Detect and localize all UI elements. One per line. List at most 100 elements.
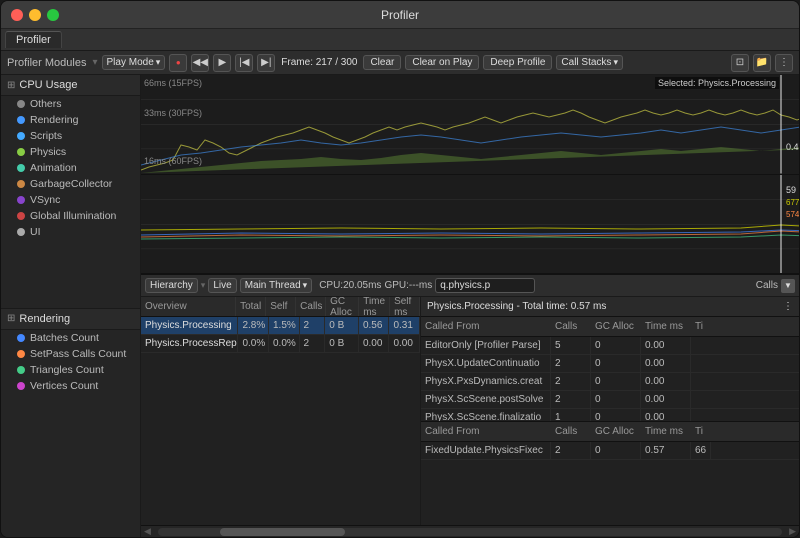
cpu-chart-section[interactable]: Selected: Physics.Processing 66ms (15FPS…: [141, 75, 799, 175]
cth-ti-2[interactable]: Ti: [691, 422, 711, 441]
main-area: ⊞ CPU Usage Others Rendering Scripts: [1, 75, 799, 537]
sidebar-item-others[interactable]: Others: [1, 96, 140, 112]
frame-info: Frame: 217 / 300: [281, 57, 357, 68]
rendering-chart-section[interactable]: 59 677.88k 96 574.24k: [141, 175, 799, 275]
selected-info: Selected: Physics.Processing: [655, 77, 779, 89]
cth-called-from-1[interactable]: Called From: [421, 317, 551, 336]
calls-row[interactable]: PhysX.PxsDynamics.creat 2 0 0.00: [421, 373, 799, 391]
cth-gc-2[interactable]: GC Alloc: [591, 422, 641, 441]
called-from-section-2: Called From Calls GC Alloc Time ms Ti Fi…: [421, 422, 799, 526]
sidebar-item-physics[interactable]: Physics: [1, 144, 140, 160]
cth-called-from-2[interactable]: Called From: [421, 422, 551, 441]
sidebar-item-animation[interactable]: Animation: [1, 160, 140, 176]
physics-dot: [17, 148, 25, 156]
play-mode-dropdown[interactable]: Play Mode ▾: [102, 55, 166, 70]
sidebar-item-gc[interactable]: GarbageCollector: [1, 176, 140, 192]
table-split: Overview Total Self Calls GC Alloc Time …: [141, 297, 799, 525]
bottom-scrollbar[interactable]: ◀ ▶: [141, 525, 799, 537]
th-time-ms[interactable]: Time ms: [359, 297, 390, 316]
sidebar-item-vertices[interactable]: Vertices Count: [1, 378, 140, 394]
cth-ti-1[interactable]: Ti: [691, 317, 711, 336]
cth-calls-2[interactable]: Calls: [551, 422, 591, 441]
sidebar-item-triangles[interactable]: Triangles Count: [1, 362, 140, 378]
calls-table-header-1: Called From Calls GC Alloc Time ms Ti: [421, 317, 799, 337]
th-self-ms[interactable]: Self ms: [390, 297, 420, 316]
row-calls-1: 2: [300, 335, 326, 352]
cr-calls-3: 2: [551, 391, 591, 408]
svg-text:59: 59: [786, 185, 796, 195]
calls-menu-icon[interactable]: ⋮: [783, 301, 793, 312]
row-self-1: 0.0%: [269, 335, 300, 352]
toolbar: Profiler Modules ▾ Play Mode ▾ ● ◀◀ ▶ |◀…: [1, 51, 799, 75]
calls-row[interactable]: PhysX.ScScene.postSolve 2 0 0.00: [421, 391, 799, 409]
hierarchy-search-input[interactable]: [435, 278, 535, 293]
cth-gc-1[interactable]: GC Alloc: [591, 317, 641, 336]
calls-panel-title: Physics.Processing - Total time: 0.57 ms: [427, 301, 606, 312]
step-back-button[interactable]: ◀◀: [191, 54, 209, 72]
gi-dot: [17, 212, 25, 220]
calls-row[interactable]: PhysX.ScScene.finalizatio 1 0 0.00: [421, 409, 799, 421]
hierarchy-button[interactable]: Hierarchy: [145, 278, 198, 293]
calls-row-2-0[interactable]: FixedUpdate.PhysicsFixec 2 0 0.57 66: [421, 442, 799, 460]
rendering-header: ⊞ Rendering: [1, 308, 140, 330]
cr-name-3: PhysX.ScScene.postSolve: [421, 391, 551, 408]
th-overview[interactable]: Overview: [141, 297, 236, 316]
thread-dropdown[interactable]: Main Thread ▾: [240, 278, 313, 293]
sidebar-item-gi[interactable]: Global Illumination: [1, 208, 140, 224]
scrollbar-track[interactable]: [158, 528, 782, 536]
sort-button[interactable]: ▼: [781, 279, 795, 293]
folder-icon[interactable]: 📁: [753, 54, 771, 72]
th-self[interactable]: Self: [266, 297, 296, 316]
scroll-right-arrow[interactable]: ▶: [786, 526, 799, 537]
scroll-left-arrow[interactable]: ◀: [141, 526, 154, 537]
scrollbar-thumb[interactable]: [220, 528, 345, 536]
screenshot-icon[interactable]: ⊡: [731, 54, 749, 72]
called-from-section-1: Called From Calls GC Alloc Time ms Ti Ed…: [421, 317, 799, 422]
th-total[interactable]: Total: [236, 297, 266, 316]
record-button[interactable]: ●: [169, 54, 187, 72]
sidebar-item-ui[interactable]: UI: [1, 224, 140, 240]
skip-back-button[interactable]: |◀: [235, 54, 253, 72]
step-fwd-button[interactable]: ▶: [213, 54, 231, 72]
settings-icon[interactable]: ⋮: [775, 54, 793, 72]
scripts-dot: [17, 132, 25, 140]
cth-time-2[interactable]: Time ms: [641, 422, 691, 441]
cpu-info: CPU:20.05ms: [319, 280, 381, 291]
deep-profile-button[interactable]: Deep Profile: [483, 55, 552, 70]
th-gc-alloc[interactable]: GC Alloc: [326, 297, 359, 316]
calls-row[interactable]: EditorOnly [Profiler Parse] 5 0 0.00: [421, 337, 799, 355]
clear-on-play-button[interactable]: Clear on Play: [405, 55, 479, 70]
sidebar-item-setpass[interactable]: SetPass Calls Count: [1, 346, 140, 362]
call-stacks-dropdown[interactable]: Call Stacks ▾: [556, 55, 623, 70]
live-button[interactable]: Live: [208, 278, 236, 293]
th-calls[interactable]: Calls: [296, 297, 326, 316]
fps-60-label: 16ms (60FPS): [144, 156, 202, 166]
tab-bar: Profiler: [1, 29, 799, 51]
cth-time-1[interactable]: Time ms: [641, 317, 691, 336]
calls-row[interactable]: PhysX.UpdateContinuatio 2 0 0.00: [421, 355, 799, 373]
cpu-items-list: Others Rendering Scripts Physics Animati…: [1, 96, 140, 304]
row-self-0: 1.5%: [269, 317, 300, 334]
maximize-button[interactable]: [47, 9, 59, 21]
rendering-items-list: Batches Count SetPass Calls Count Triang…: [1, 330, 140, 538]
row-total-1: 0.0%: [238, 335, 269, 352]
sidebar-item-scripts[interactable]: Scripts: [1, 128, 140, 144]
charts-area: Selected: Physics.Processing 66ms (15FPS…: [141, 75, 799, 275]
rendering-icon: ⊞: [7, 313, 15, 324]
cr-time-0: 0.00: [641, 337, 691, 354]
sidebar-item-vsync[interactable]: VSync: [1, 192, 140, 208]
row-name-1: Physics.ProcessReports: [141, 335, 238, 352]
sidebar-item-batches[interactable]: Batches Count: [1, 330, 140, 346]
close-button[interactable]: [11, 9, 23, 21]
table-row[interactable]: Physics.Processing 2.8% 1.5% 2 0 B 0.56 …: [141, 317, 420, 335]
tab-profiler[interactable]: Profiler: [5, 31, 62, 48]
minimize-button[interactable]: [29, 9, 41, 21]
table-row[interactable]: Physics.ProcessReports 0.0% 0.0% 2 0 B 0…: [141, 335, 420, 353]
skip-fwd-button[interactable]: ▶|: [257, 54, 275, 72]
batches-dot: [17, 334, 25, 342]
rendering-chart-svg: 59 677.88k 96 574.24k: [141, 175, 799, 274]
gpu-info: GPU:---ms: [384, 280, 432, 291]
sidebar-item-rendering[interactable]: Rendering: [1, 112, 140, 128]
clear-button[interactable]: Clear: [363, 55, 401, 70]
cth-calls-1[interactable]: Calls: [551, 317, 591, 336]
